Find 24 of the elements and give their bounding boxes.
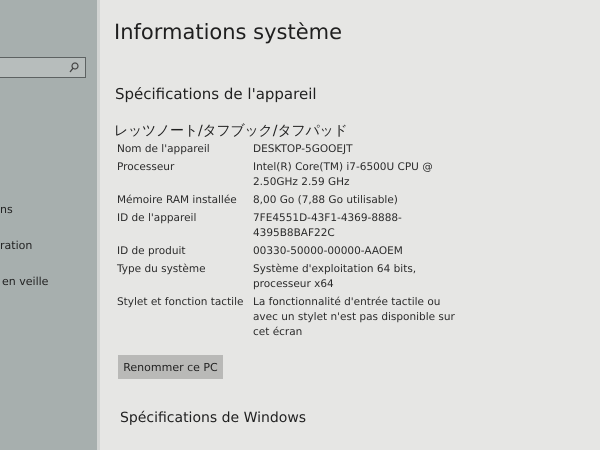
device-model: レッツノート/タフブック/タフパッド xyxy=(114,122,348,140)
spec-label: Processeur xyxy=(117,160,176,175)
spec-label: Type du système xyxy=(117,262,207,277)
spec-label: ID de produit xyxy=(117,244,187,259)
spec-value: 7FE4551D-43F1-4369-8888-4395B8BAF22C xyxy=(253,211,403,241)
search-field[interactable] xyxy=(0,57,86,78)
section-heading: Spécifications de Windows xyxy=(120,409,308,427)
spec-value: La fonctionnalité d'entrée tactile ou avec un stylet n'est pas disponible sur cet écran xyxy=(253,295,456,340)
spec-value: Intel(R) Core(TM) i7-6500U CPU @ 2.50GHz 2.59 GHz xyxy=(253,160,434,190)
sidebar-item[interactable]: ration xyxy=(0,237,97,254)
sidebar-item[interactable]: ns xyxy=(0,201,97,218)
spec-value: DESKTOP-5GOOEJT xyxy=(253,142,354,157)
spec-label: Stylet et fonction tactile xyxy=(117,295,244,310)
spec-value: 8,00 Go (7,88 Go utilisable) xyxy=(253,193,399,208)
spec-label: Mémoire RAM installée xyxy=(117,193,238,208)
search-icon xyxy=(69,62,79,73)
rename-button[interactable]: Renommer ce PC xyxy=(118,355,223,379)
spec-value: 00330-50000-00000-AAOEM xyxy=(253,244,404,259)
spec-label: ID de l'appareil xyxy=(117,211,198,226)
spec-value: Système d'exploitation 64 bits, processeur x64 xyxy=(253,262,418,292)
section-heading: Spécifications de l'appareil xyxy=(115,84,318,104)
sidebar-item[interactable]: en veille xyxy=(2,273,97,290)
spec-label: Nom de l'appareil xyxy=(117,142,211,157)
page-title: Informations système xyxy=(114,19,344,46)
